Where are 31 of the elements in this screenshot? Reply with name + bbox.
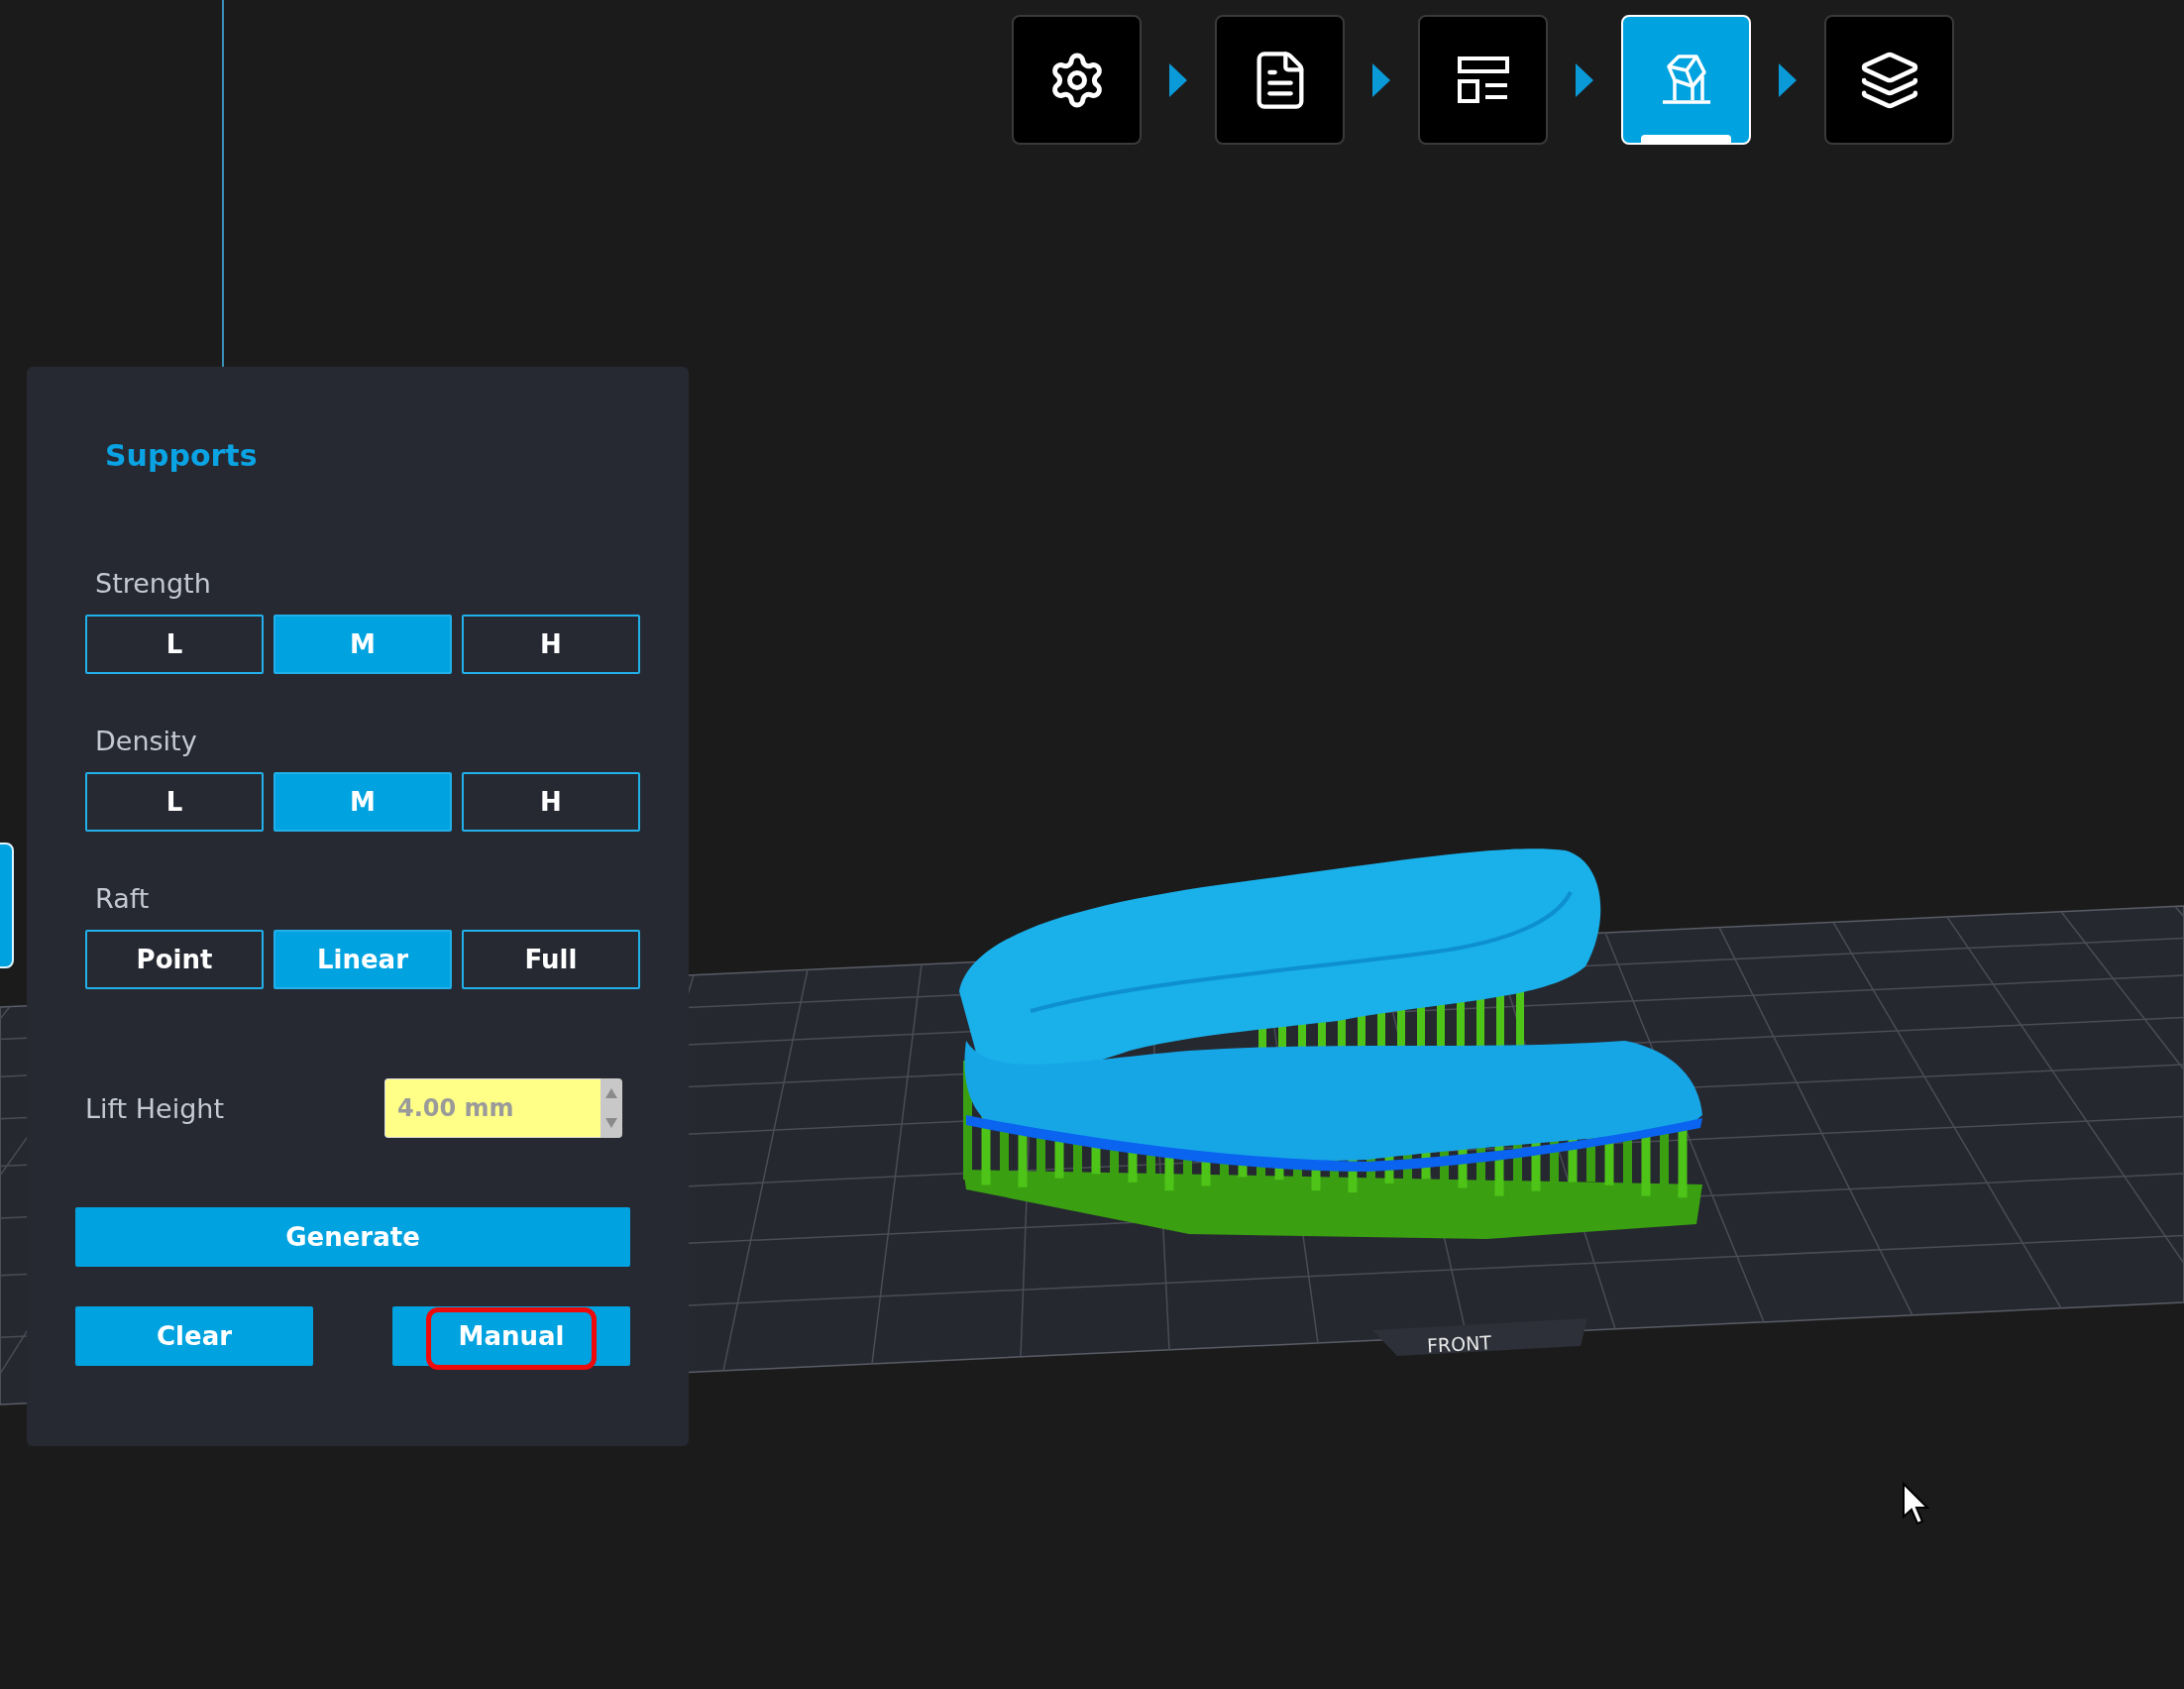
lift-height-field[interactable]: 4.00 mm bbox=[384, 1078, 601, 1138]
spin-up-icon[interactable] bbox=[605, 1088, 617, 1098]
option-button[interactable]: H bbox=[462, 772, 640, 832]
option-button[interactable]: M bbox=[273, 772, 452, 832]
step-arrow-icon bbox=[1779, 62, 1797, 97]
option-button[interactable]: H bbox=[462, 615, 640, 674]
step-arrow-icon bbox=[1372, 62, 1390, 97]
group-label: Density bbox=[95, 726, 198, 756]
option-button[interactable]: L bbox=[85, 615, 264, 674]
option-button[interactable]: Full bbox=[462, 930, 640, 989]
group-label: Raft bbox=[95, 883, 151, 914]
spin-down-icon[interactable] bbox=[605, 1118, 617, 1128]
option-button[interactable]: L bbox=[85, 772, 264, 832]
group-label: Strength bbox=[95, 568, 212, 599]
step-arrow-icon bbox=[1169, 62, 1187, 97]
option-button[interactable]: Point bbox=[85, 930, 264, 989]
workflow-step-button[interactable] bbox=[1824, 15, 1954, 145]
panel-title: Supports bbox=[105, 438, 259, 473]
layout-icon bbox=[1455, 55, 1511, 105]
workflow-step-button[interactable] bbox=[1012, 15, 1142, 145]
front-label: FRONT bbox=[1426, 1331, 1492, 1357]
generate-button[interactable]: Generate bbox=[75, 1207, 630, 1267]
lift-height-label: Lift Height bbox=[85, 1092, 224, 1124]
option-button[interactable]: Linear bbox=[273, 930, 452, 989]
workflow-step-button[interactable] bbox=[1418, 15, 1548, 145]
cursor-icon bbox=[1903, 1481, 1930, 1525]
step-arrow-icon bbox=[1576, 62, 1593, 97]
workflow-step-button[interactable] bbox=[1215, 15, 1345, 145]
option-button[interactable]: M bbox=[273, 615, 452, 674]
spinner-buttons[interactable] bbox=[601, 1078, 622, 1138]
action-button[interactable]: Clear bbox=[75, 1306, 313, 1366]
